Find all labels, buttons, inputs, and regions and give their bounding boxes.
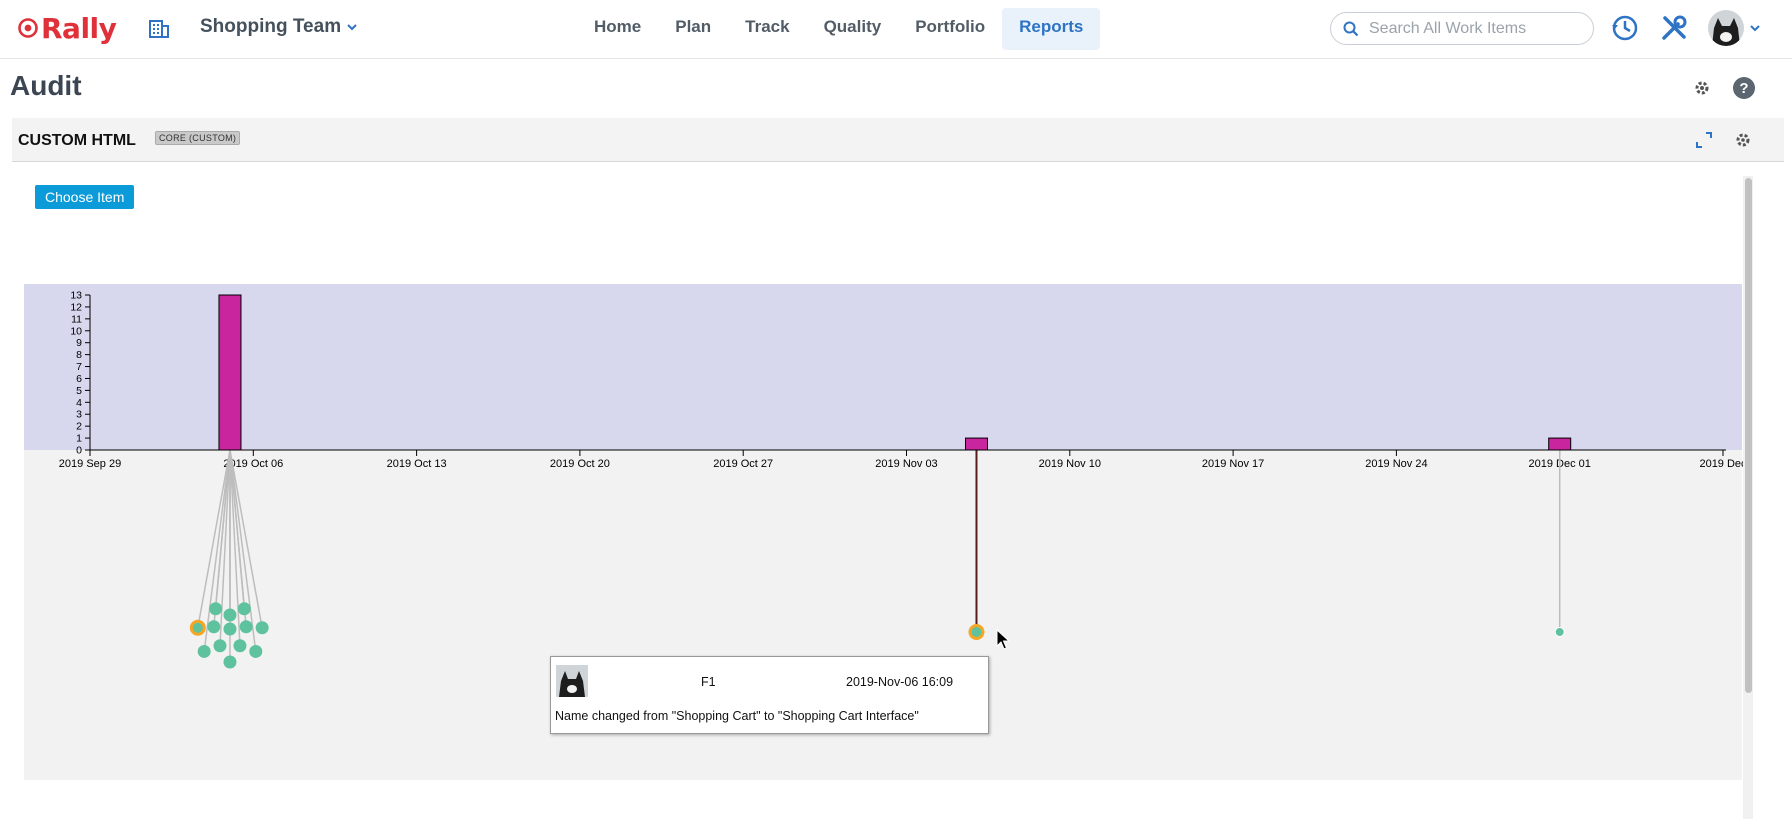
y-tick-label: 3 (76, 409, 82, 421)
tooltip-item: F1 (701, 675, 716, 689)
event-dot (233, 639, 247, 653)
event-dot (249, 644, 263, 658)
data-bar (1548, 437, 1572, 451)
tooltip-date: 2019-Nov-06 16:09 (846, 675, 954, 689)
y-tick-label: 7 (76, 361, 82, 373)
y-tick-label: 6 (76, 373, 82, 385)
event-dot (197, 644, 211, 658)
y-tick-label: 13 (70, 290, 82, 302)
x-tick-label: 2019 Sep 29 (59, 458, 121, 470)
event-dot (255, 621, 269, 635)
x-tick-label: 2019 Nov 10 (1039, 458, 1101, 470)
y-tick-label: 12 (70, 301, 82, 313)
data-bar (964, 437, 988, 451)
y-tick-label: 9 (76, 337, 82, 349)
x-tick-label: 2019 Nov 03 (875, 458, 937, 470)
event-dot-selected (968, 624, 985, 640)
y-tick-label: 8 (76, 349, 82, 361)
data-bar (218, 294, 242, 451)
x-tick-label: 2019 Dec (1699, 458, 1747, 470)
event-dot (237, 602, 251, 616)
y-tick-label: 2 (76, 421, 82, 433)
avatar (556, 665, 588, 697)
y-tick-label: 0 (76, 445, 82, 457)
y-tick-label: 1 (76, 433, 82, 445)
y-tick-label: 5 (76, 385, 82, 397)
scrollbar[interactable] (1743, 176, 1753, 819)
event-dot (239, 620, 253, 634)
event-dot (223, 608, 237, 622)
x-tick-label: 2019 Nov 17 (1202, 458, 1264, 470)
event-dot (1554, 627, 1565, 637)
event-dot-selected (189, 619, 206, 636)
y-tick-label: 10 (70, 325, 82, 337)
event-dot (209, 602, 223, 616)
x-tick-label: 2019 Oct 27 (713, 458, 773, 470)
y-tick-label: 11 (71, 313, 82, 325)
event-dot (213, 639, 227, 653)
y-tick-label: 4 (76, 397, 82, 409)
x-tick-label: 2019 Oct 13 (387, 458, 447, 470)
chart-band (24, 284, 1742, 450)
event-dot (207, 620, 221, 634)
x-tick-label: 2019 Nov 24 (1365, 458, 1427, 470)
x-tick-label: 2019 Oct 20 (550, 458, 610, 470)
event-dot (223, 622, 237, 636)
event-tooltip: F1 2019-Nov-06 16:09 Name changed from "… (550, 656, 989, 734)
tooltip-message: Name changed from "Shopping Cart" to "Sh… (555, 709, 919, 723)
event-dot (223, 655, 237, 669)
scrollbar-thumb[interactable] (1745, 178, 1752, 693)
